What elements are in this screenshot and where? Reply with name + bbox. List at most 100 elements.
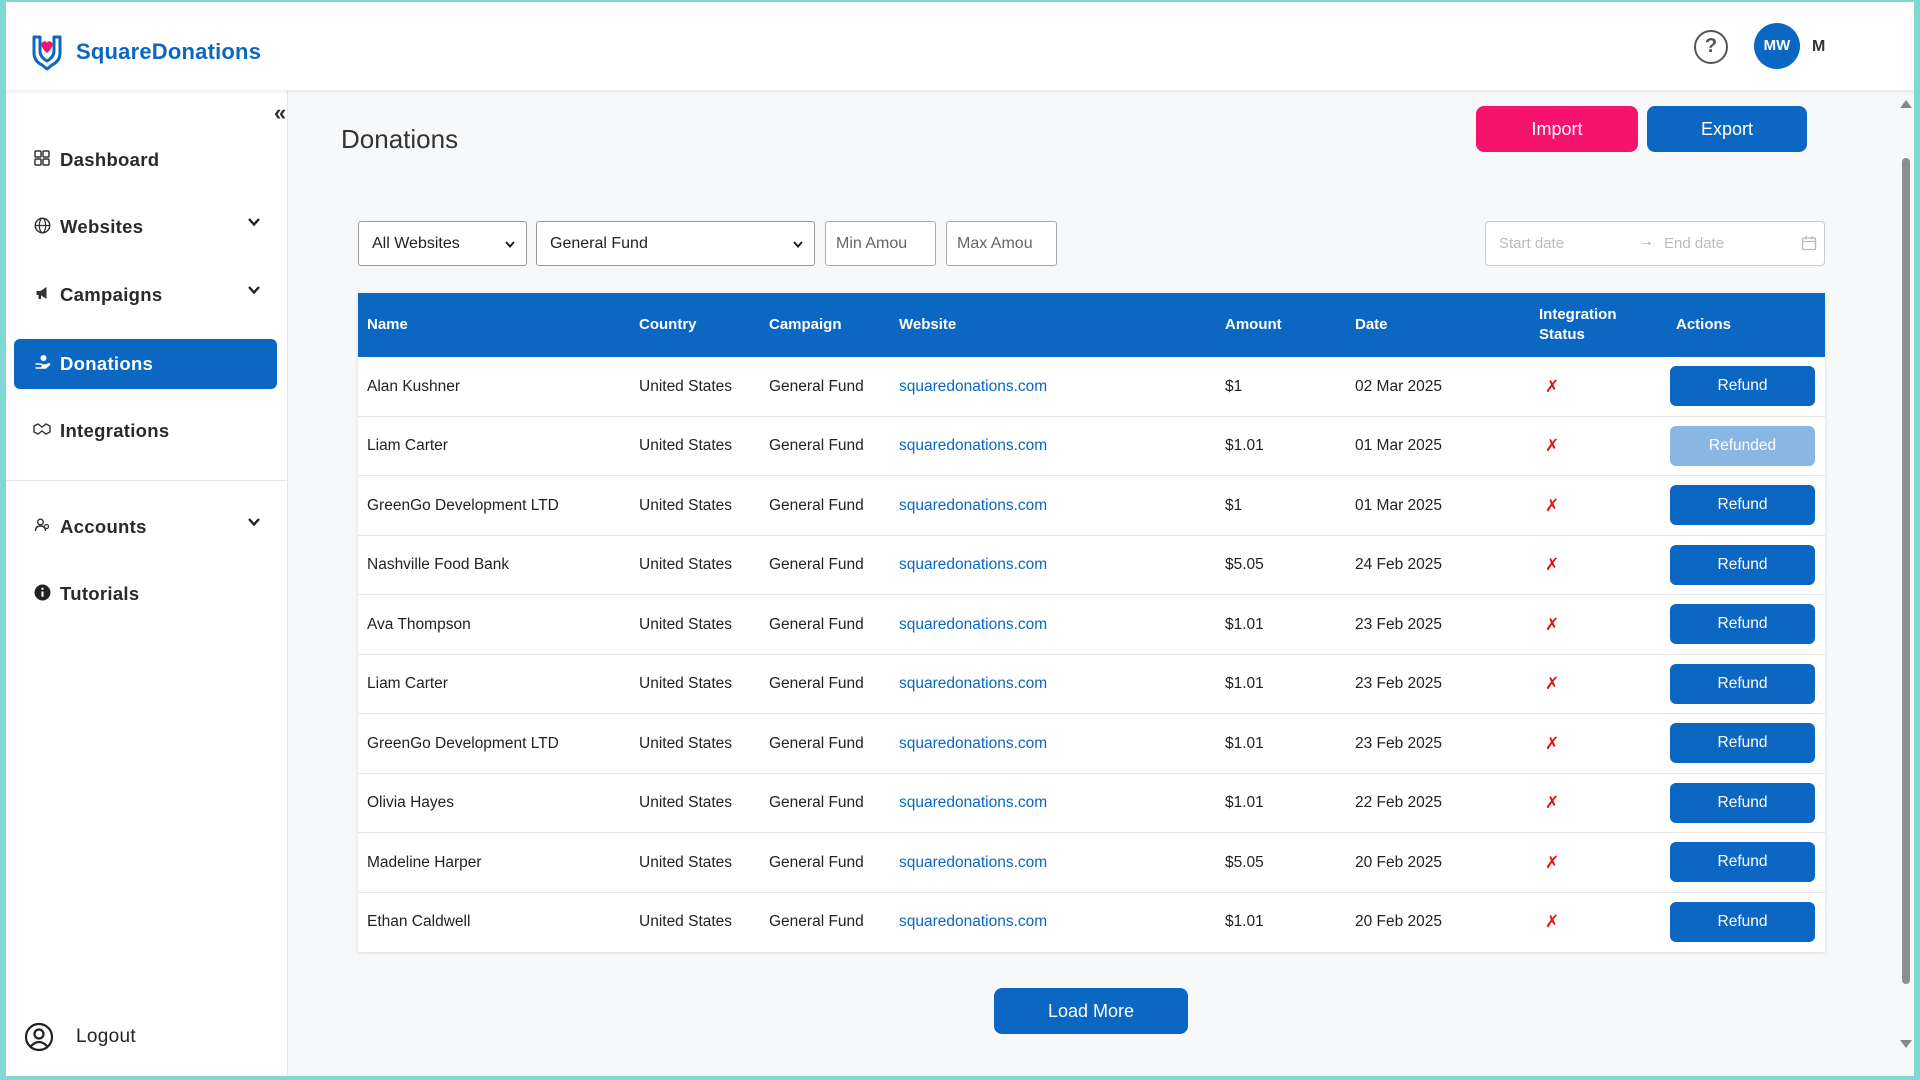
cell-website-link[interactable]: squaredonations.com: [899, 833, 1047, 892]
sidebar-item-dashboard[interactable]: Dashboard: [14, 135, 277, 185]
header-country[interactable]: Country: [639, 293, 697, 357]
sidebar-item-donations[interactable]: Donations: [14, 339, 277, 389]
sidebar-item-accounts[interactable]: Accounts: [14, 502, 277, 552]
page-title: Donations: [341, 124, 459, 154]
table-row: Alan Kushner United States General Fund squ…: [358, 357, 1825, 417]
min-amount-placeholder: Min Amou: [836, 234, 908, 252]
table-row: GreenGo Development LTD United States Gene…: [358, 714, 1825, 774]
info-icon: [32, 584, 52, 605]
refund-button[interactable]: Refund: [1670, 604, 1815, 644]
cell-name: Alan Kushner: [367, 377, 461, 395]
end-date-input[interactable]: End date: [1664, 235, 1724, 252]
cell-country: United States: [639, 615, 733, 633]
cell-website-link[interactable]: squaredonations.com: [899, 536, 1047, 595]
sidebar-item-tutorials[interactable]: Tutorials: [14, 569, 277, 619]
table-row: Liam Carter United States General Fund squa…: [358, 655, 1825, 714]
cell-amount: $1.01: [1225, 437, 1264, 454]
cell-country: United States: [639, 377, 733, 395]
sidebar-item-label: Donations: [60, 353, 154, 374]
max-amount-input[interactable]: Max Amou: [946, 221, 1057, 266]
cell-website-link[interactable]: squaredonations.com: [899, 595, 1047, 654]
refund-button[interactable]: Refund: [1670, 663, 1815, 704]
header-website[interactable]: Website: [899, 293, 956, 357]
cell-website-link[interactable]: squaredonations.com: [899, 476, 1047, 535]
cell-name: Ethan Caldwell: [367, 913, 471, 930]
donations-table: Name Country Campaign Website Amount Dat…: [358, 293, 1825, 952]
logout-button[interactable]: Logout: [24, 1022, 136, 1052]
refund-button[interactable]: Refund: [1670, 782, 1815, 823]
header-status-line2: Status: [1539, 326, 1585, 343]
cell-campaign: General Fund: [769, 615, 864, 633]
min-amount-input[interactable]: Min Amou: [825, 221, 936, 266]
cell-website-link[interactable]: squaredonations.com: [899, 357, 1047, 416]
table-row: Ava Thompson United States General Fund squ…: [358, 595, 1825, 655]
cell-date: 01 Mar 2025: [1355, 437, 1443, 454]
cell-country: United States: [639, 794, 733, 811]
header-date[interactable]: Date: [1355, 293, 1388, 357]
cell-campaign: General Fund: [769, 794, 864, 811]
refund-button[interactable]: Refund: [1670, 901, 1815, 942]
cell-date: 23 Feb 2025: [1355, 675, 1443, 692]
integration-status-x-icon: ✗: [1545, 912, 1560, 931]
cell-date: 23 Feb 2025: [1355, 615, 1443, 633]
sidebar-item-websites[interactable]: Websites: [14, 202, 277, 252]
refund-button[interactable]: Refund: [1670, 544, 1815, 585]
sidebar-item-integrations[interactable]: Integrations: [14, 406, 277, 456]
donate-icon: [32, 354, 52, 374]
chevron-down-icon[interactable]: [247, 283, 261, 297]
load-more-button[interactable]: Load More: [994, 988, 1188, 1034]
cell-website-link[interactable]: squaredonations.com: [899, 655, 1047, 714]
refund-button[interactable]: Refund: [1670, 842, 1815, 882]
brand-logo[interactable]: SquareDonations: [26, 30, 261, 74]
cell-name: GreenGo Development LTD: [367, 734, 559, 752]
table-row: GreenGo Development LTD United States Gene…: [358, 476, 1825, 536]
date-range-picker[interactable]: Start date → End date: [1485, 221, 1825, 266]
cell-website-link[interactable]: squaredonations.com: [899, 893, 1047, 952]
table-body: Alan Kushner United States General Fund squ…: [358, 357, 1825, 952]
hands-heart-icon: [32, 35, 62, 71]
cell-campaign: General Fund: [769, 496, 864, 514]
help-icon[interactable]: ?: [1694, 30, 1728, 64]
cell-website-link[interactable]: squaredonations.com: [899, 417, 1047, 476]
table-row: Ethan Caldwell United States General Fund s…: [358, 893, 1825, 953]
page-scrollbar[interactable]: [1898, 94, 1914, 1054]
campaign-select[interactable]: General Fund: [536, 221, 815, 266]
refund-button[interactable]: Refund: [1670, 485, 1815, 525]
export-button[interactable]: Export: [1647, 106, 1807, 152]
calendar-icon[interactable]: [1801, 235, 1817, 251]
user-label[interactable]: M: [1812, 38, 1825, 56]
website-select[interactable]: All Websites: [358, 221, 527, 266]
sidebar-item-campaigns[interactable]: Campaigns: [14, 270, 277, 320]
integration-status-x-icon: ✗: [1545, 733, 1560, 753]
scroll-down-arrow-icon[interactable]: [1900, 1040, 1912, 1048]
cell-date: 02 Mar 2025: [1355, 377, 1443, 395]
integration-status-x-icon: ✗: [1545, 376, 1560, 396]
scroll-up-arrow-icon[interactable]: [1900, 100, 1912, 108]
cell-amount: $1.01: [1225, 794, 1264, 811]
cell-website-link[interactable]: squaredonations.com: [899, 714, 1047, 773]
start-date-input[interactable]: Start date: [1499, 235, 1564, 252]
cell-country: United States: [639, 913, 733, 930]
header-name[interactable]: Name: [367, 293, 408, 357]
campaign-select-value: General Fund: [550, 234, 648, 252]
cell-name: GreenGo Development LTD: [367, 496, 559, 514]
refunded-button[interactable]: Refunded: [1670, 425, 1815, 466]
refund-button[interactable]: Refund: [1670, 723, 1815, 763]
refund-button[interactable]: Refund: [1670, 366, 1815, 406]
chevron-down-icon[interactable]: [247, 215, 261, 229]
avatar[interactable]: MW: [1754, 23, 1800, 69]
chevron-down-icon[interactable]: [247, 515, 261, 529]
collapse-sidebar-icon[interactable]: «: [274, 100, 286, 126]
cell-website-link[interactable]: squaredonations.com: [899, 774, 1047, 833]
cell-name: Liam Carter: [367, 437, 448, 454]
import-button[interactable]: Import: [1476, 106, 1638, 152]
header-campaign[interactable]: Campaign: [769, 293, 842, 357]
header-amount[interactable]: Amount: [1225, 293, 1282, 357]
globe-icon: [32, 217, 52, 238]
header-integration-status[interactable]: Integration Status: [1539, 293, 1617, 357]
cell-campaign: General Fund: [769, 675, 864, 692]
header-actions: Actions: [1676, 316, 1732, 333]
scrollbar-thumb[interactable]: [1902, 158, 1910, 984]
integration-status-x-icon: ✗: [1545, 555, 1560, 574]
grid-icon: [32, 150, 52, 170]
